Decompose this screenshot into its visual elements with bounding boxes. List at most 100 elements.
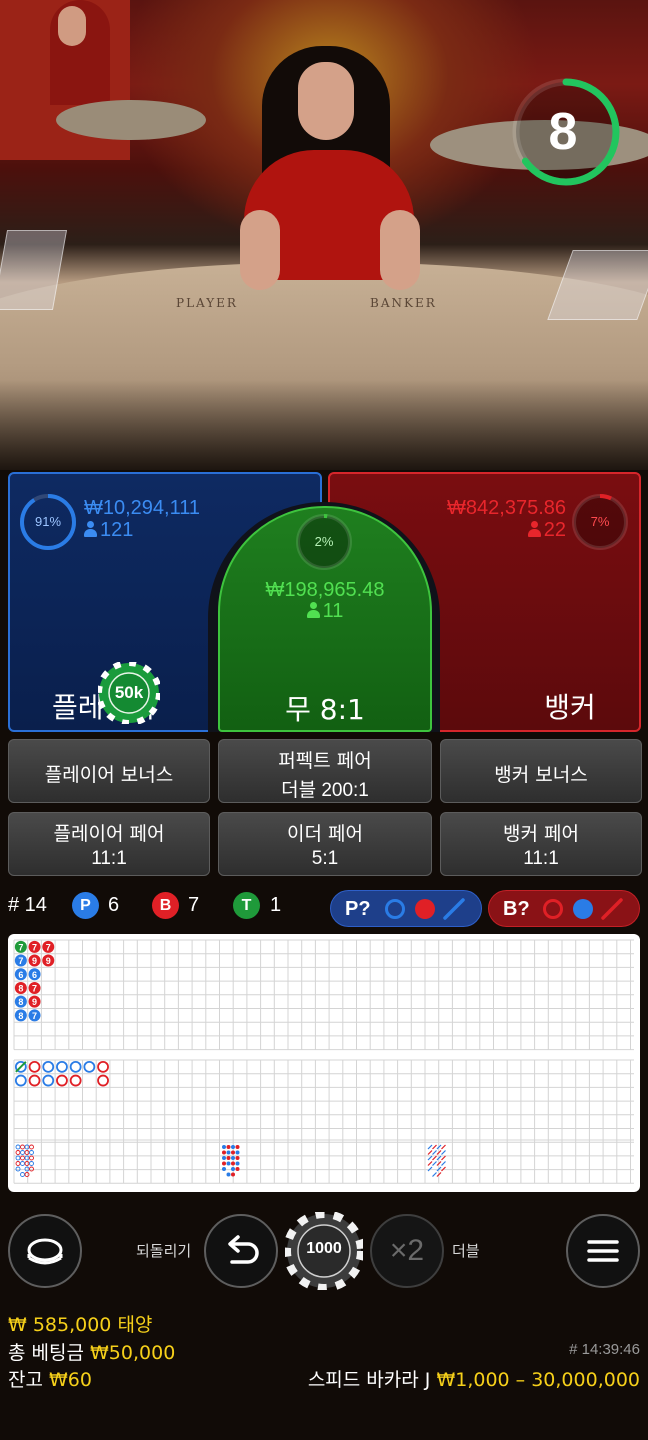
derived-road-mark — [235, 1167, 240, 1171]
undo-button[interactable] — [204, 1214, 278, 1288]
derived-road-mark — [20, 1150, 25, 1155]
player-total-amount: ₩10,294,111 — [84, 497, 201, 519]
round-count: # 14 — [8, 894, 47, 916]
derived-road-mark — [15, 1161, 21, 1166]
card-shoe — [547, 250, 648, 320]
live-video-feed: PLAYER BANKER — [0, 0, 648, 470]
derived-road-mark — [432, 1155, 437, 1161]
undo-label: 되돌리기 — [136, 1242, 192, 1260]
background-table — [56, 100, 206, 140]
big-road-player — [56, 1060, 68, 1073]
menu-icon — [587, 1240, 619, 1262]
big-road-banker — [69, 1074, 82, 1087]
derived-road-mark — [226, 1172, 231, 1177]
tie-percent: 2% — [314, 534, 334, 549]
result-stats-bar: # 14 P 6 B 7 T 1 P? B? — [8, 890, 640, 927]
prediction-icons — [385, 898, 465, 920]
banker-prediction-button[interactable]: B? — [488, 890, 640, 927]
derived-road-mark — [427, 1161, 433, 1166]
derived-road-mark — [235, 1150, 240, 1155]
derived-road-mark — [427, 1144, 433, 1150]
derived-road-mark — [427, 1166, 433, 1172]
derived-road-mark — [20, 1172, 25, 1177]
bead-value: 9 — [32, 997, 37, 1007]
derived-road-mark — [20, 1155, 25, 1161]
placed-chip-value: 50k — [114, 683, 144, 702]
big-road-banker — [28, 1060, 41, 1073]
roadmap-grid: 77688879679779 — [13, 939, 634, 1184]
derived-road-mark — [222, 1167, 226, 1171]
bead-value: 7 — [32, 942, 37, 952]
player-pair-payout: 11:1 — [91, 848, 127, 869]
banker-bonus-bet[interactable]: 뱅커 보너스 — [440, 739, 642, 803]
either-pair-bet[interactable]: 이더 페어 5:1 — [218, 812, 432, 876]
big-road-player — [69, 1060, 82, 1073]
perfect-pair-bet[interactable]: 퍼펙트 페어 더블 200:1 — [218, 739, 432, 803]
derived-road-mark — [226, 1150, 231, 1155]
derived-road-mark — [29, 1144, 34, 1150]
roadmap-scoreboard[interactable]: 77688879679779 — [8, 934, 640, 1192]
banker-win-badge: B — [152, 892, 179, 919]
tie-win-badge: T — [233, 892, 260, 919]
player-prediction-button[interactable]: P? — [330, 890, 482, 927]
table-info: 스피드 바카라 J ₩1,000 – 30,000,000 — [308, 1365, 640, 1392]
player-bonus-label: 플레이어 보너스 — [44, 764, 174, 786]
derived-road-mark — [29, 1161, 34, 1166]
player-win-badge: P — [72, 892, 99, 919]
big-road-banker — [56, 1074, 68, 1087]
table-view-button[interactable] — [8, 1214, 82, 1288]
banker-total-amount: ₩842,375.86 — [447, 497, 566, 519]
game-round-id: # 14:39:46 — [569, 1341, 640, 1358]
derived-road-mark — [24, 1166, 30, 1172]
banker-bettor-count: 22 — [380, 519, 566, 542]
chip-selector-value: 1000 — [306, 1240, 342, 1257]
bead-value: 7 — [32, 983, 37, 993]
win-amount: ₩ 585,000 태양 — [8, 1310, 152, 1337]
table-limits: ₩1,000 – 30,000,000 — [436, 1369, 640, 1391]
balance: 잔고 ₩60 — [8, 1365, 92, 1392]
derived-road-mark — [226, 1145, 231, 1149]
player-percent: 91% — [34, 514, 62, 529]
derived-road-mark — [20, 1161, 25, 1166]
banker-pair-bet[interactable]: 뱅커 페어 11:1 — [440, 812, 642, 876]
undo-icon — [228, 1235, 259, 1264]
player-bonus-bet[interactable]: 플레이어 보너스 — [8, 739, 210, 803]
derived-road-mark — [441, 1155, 446, 1161]
tie-win-count: 1 — [270, 894, 282, 916]
big-road-player — [83, 1060, 96, 1073]
tie-label: 무 8:1 — [285, 693, 365, 726]
derived-road-mark — [231, 1161, 235, 1166]
double-button[interactable]: ×2 — [370, 1214, 444, 1288]
video-fade — [0, 380, 648, 470]
derived-road-mark — [15, 1150, 21, 1155]
banker-bonus-label: 뱅커 보너스 — [494, 764, 588, 786]
felt-player-label: PLAYER — [176, 296, 238, 310]
derived-road-mark — [432, 1161, 437, 1166]
either-pair-label: 이더 페어 — [287, 823, 363, 845]
big-road-banker — [97, 1060, 109, 1073]
derived-road-mark — [20, 1144, 25, 1150]
derived-road-mark — [222, 1161, 226, 1166]
person-icon — [84, 521, 97, 537]
derived-road-mark — [15, 1155, 21, 1161]
tie-bettor-count: 11 — [218, 600, 432, 623]
countdown-timer: 8 — [548, 103, 578, 161]
derived-road-mark — [441, 1166, 446, 1172]
bead-value: 9 — [32, 956, 37, 966]
bead-value: 8 — [18, 1011, 23, 1021]
player-pair-bet[interactable]: 플레이어 페어 11:1 — [8, 812, 210, 876]
derived-road-mark — [231, 1145, 235, 1149]
derived-road-mark — [231, 1150, 235, 1155]
derived-road-mark — [15, 1144, 21, 1150]
tie-total-amount: ₩198,965.48 — [265, 579, 385, 601]
bead-value: 8 — [18, 997, 23, 1007]
bead-value: 9 — [46, 956, 51, 966]
player-win-count: 6 — [108, 894, 120, 916]
win-amount-label: 태양 — [117, 1314, 153, 1336]
menu-button[interactable] — [566, 1214, 640, 1288]
banker-pair-payout: 11:1 — [523, 848, 559, 869]
bead-value: 7 — [46, 942, 51, 952]
big-road-banker — [28, 1074, 41, 1087]
derived-road-mark — [235, 1145, 240, 1149]
derived-road-mark — [432, 1150, 437, 1155]
